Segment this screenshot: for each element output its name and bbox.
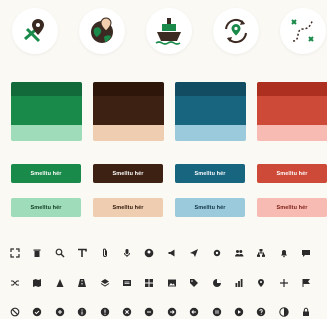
road-icon [76, 277, 88, 289]
send-icon [188, 247, 200, 259]
text-icon [76, 247, 88, 259]
cone-icon [54, 277, 66, 289]
trash-icon [31, 247, 43, 259]
check-circle-icon [31, 306, 43, 318]
ship-icon [146, 8, 192, 54]
users-icon [233, 247, 245, 259]
swatch-green [11, 82, 82, 141]
arrow-circle-icon [166, 306, 178, 318]
microphone-icon [121, 247, 133, 259]
contrast-icon [278, 306, 290, 318]
attachment-icon [99, 247, 111, 259]
soft-button-brown[interactable]: Smelltu hér [93, 198, 163, 217]
soft-button-red[interactable]: Smelltu hér [257, 198, 327, 217]
layers-icon [99, 277, 111, 289]
route-path-icon [280, 8, 326, 54]
warning-circle-icon [99, 306, 111, 318]
globe-pin-icon [79, 8, 125, 54]
minus-circle-icon [143, 306, 155, 318]
plus-circle-icon [54, 306, 66, 318]
location-icon [255, 277, 267, 289]
settings-icon [211, 247, 223, 259]
megaphone-icon [166, 247, 178, 259]
primary-button-blue[interactable]: Smelltu hér [175, 164, 245, 183]
primary-button-brown[interactable]: Smelltu hér [93, 164, 163, 183]
tag-icon [188, 277, 200, 289]
help-circle-icon [255, 306, 267, 318]
image-icon [166, 277, 178, 289]
refresh-location-icon [213, 8, 259, 54]
primary-button-red[interactable]: Smelltu hér [257, 164, 327, 183]
grid-icon [143, 277, 155, 289]
bell-icon [278, 247, 290, 259]
soft-button-blue[interactable]: Smelltu hér [175, 198, 245, 217]
swatch-brown [93, 82, 164, 141]
swatch-blue [175, 82, 246, 141]
primary-button-green[interactable]: Smelltu hér [11, 164, 81, 183]
play-circle-icon [233, 306, 245, 318]
pie-icon [211, 277, 223, 289]
back-circle-icon [188, 306, 200, 318]
shuffle-icon [9, 277, 21, 289]
chat-icon [300, 247, 312, 259]
map-icon [31, 277, 43, 289]
info-circle-icon [76, 306, 88, 318]
swatch-red [257, 82, 327, 141]
pause-circle-icon [211, 306, 223, 318]
user-circle-icon [143, 247, 155, 259]
x-circle-icon [121, 306, 133, 318]
search-icon [54, 247, 66, 259]
chart-icon [233, 277, 245, 289]
lock-icon [300, 306, 312, 318]
sitemap-icon [255, 247, 267, 259]
soft-button-green[interactable]: Smelltu hér [11, 198, 81, 217]
no-entry-icon [9, 306, 21, 318]
expand-icon [9, 247, 21, 259]
flag-icon [300, 277, 312, 289]
arrows-icon [278, 277, 290, 289]
news-icon [121, 277, 133, 289]
map-pin-route-icon [12, 8, 58, 54]
